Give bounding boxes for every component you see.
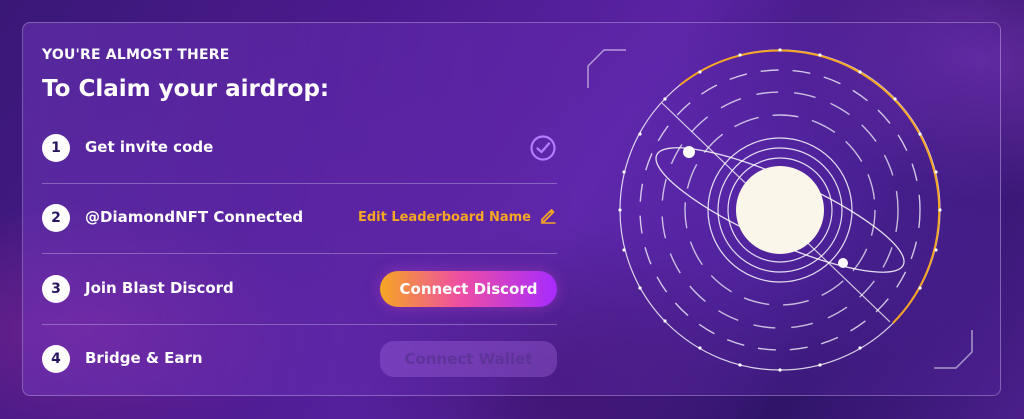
step-bridge-earn: 4 Bridge & Earn Connect Wallet <box>42 339 557 379</box>
pencil-icon <box>539 206 557 228</box>
page-title: To Claim your airdrop: <box>42 76 330 102</box>
orbit-planet-illustration <box>580 40 980 380</box>
moon-right <box>838 258 848 268</box>
step-label: Get invite code <box>85 138 214 156</box>
planet <box>736 166 824 254</box>
connect-discord-button[interactable]: Connect Discord <box>380 271 557 307</box>
step-diamond-connected: 2 @DiamondNFT Connected Edit Leaderboard… <box>42 198 557 238</box>
corner-bracket-top-left <box>587 49 626 88</box>
step-label: Bridge & Earn <box>85 349 203 367</box>
step-get-invite-code: 1 Get invite code <box>42 128 557 168</box>
step-number-badge: 1 <box>42 134 70 162</box>
step-divider <box>42 183 557 184</box>
step-label: @DiamondNFT Connected <box>85 208 304 226</box>
step-label: Join Blast Discord <box>85 279 234 297</box>
step-number-badge: 3 <box>42 275 70 303</box>
step-divider <box>42 253 557 254</box>
step-join-discord: 3 Join Blast Discord Connect Discord <box>42 269 557 309</box>
edit-link-label: Edit Leaderboard Name <box>357 209 531 225</box>
connect-wallet-button[interactable]: Connect Wallet <box>380 341 557 377</box>
step-number-badge: 2 <box>42 204 70 232</box>
eyebrow-text: YOU'RE ALMOST THERE <box>42 47 230 63</box>
moon-left <box>683 146 695 158</box>
check-circle-icon <box>529 134 557 162</box>
corner-bracket-bottom-right <box>934 330 973 369</box>
edit-leaderboard-name-link[interactable]: Edit Leaderboard Name <box>358 206 557 228</box>
step-number-badge: 4 <box>42 345 70 373</box>
step-divider <box>42 324 557 325</box>
